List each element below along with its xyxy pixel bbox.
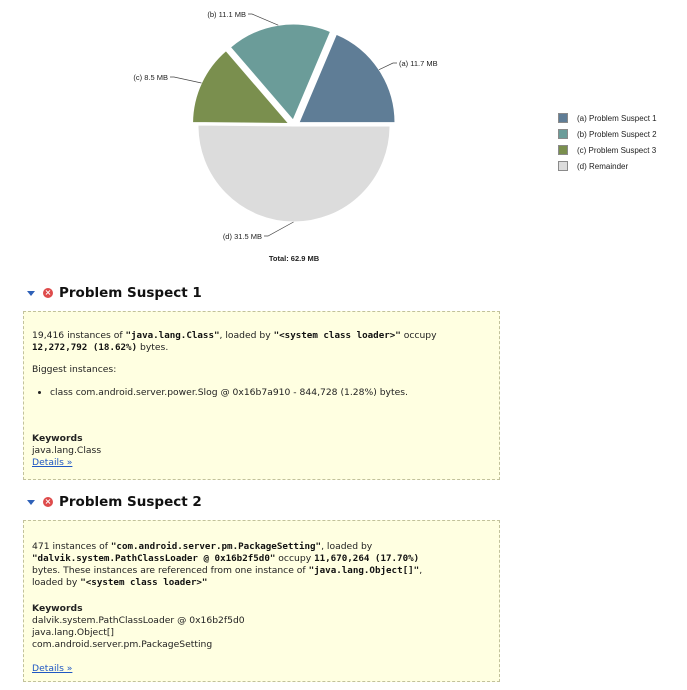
legend-swatch-c — [558, 145, 568, 155]
legend-label-c: (c) Problem Suspect 3 — [577, 145, 657, 155]
suspect2-class-name: "com.android.server.pm.PackageSetting" — [110, 541, 322, 552]
keyword-item: com.android.server.pm.PackageSetting — [32, 639, 213, 650]
suspect1-description: 19,416 instances of "java.lang.Class", l… — [32, 330, 492, 354]
suspect2-referrer-name: "java.lang.Object[]" — [308, 565, 420, 576]
leader-line-a — [378, 62, 397, 70]
keyword-item: java.lang.Object[] — [32, 627, 115, 638]
suspect1-text-g: bytes. — [137, 342, 169, 353]
collapse-triangle-icon[interactable] — [27, 290, 35, 296]
error-icon: × — [43, 497, 53, 507]
legend-label-d: (d) Remainder — [577, 161, 629, 171]
leader-line-c — [170, 76, 202, 84]
keyword-item: dalvik.system.PathClassLoader @ 0x16b2f5… — [32, 615, 245, 626]
pie-slice-d — [197, 124, 391, 223]
slice-label-c: (c) 8.5 MB — [133, 73, 168, 82]
keywords-title: Keywords — [32, 603, 83, 614]
suspect2-text-e: occupy — [275, 553, 315, 564]
biggest-instances-list: class com.android.server.power.Slog @ 0x… — [32, 387, 492, 399]
legend-swatch-d — [558, 161, 568, 171]
suspect2-referrer-loader: "<system class loader>" — [80, 577, 208, 588]
suspect1-header[interactable]: × Problem Suspect 1 — [27, 285, 202, 301]
suspect1-text-c: , loaded by — [219, 330, 274, 341]
suspect2-header[interactable]: × Problem Suspect 2 — [27, 494, 202, 510]
legend-label-b: (b) Problem Suspect 2 — [577, 129, 657, 139]
suspect1-class-name: "java.lang.Class" — [125, 330, 220, 341]
slice-label-b: (b) 11.1 MB — [207, 10, 246, 19]
details-link[interactable]: Details » — [32, 457, 72, 468]
suspect2-text-a: 471 instances of — [32, 541, 111, 552]
suspect2-description: 471 instances of "com.android.server.pm.… — [32, 541, 494, 589]
suspect1-size: 12,272,792 (18.62%) — [32, 342, 138, 353]
legend-item-b: (b) Problem Suspect 2 — [558, 126, 657, 142]
suspect1-box: 19,416 instances of "java.lang.Class", l… — [23, 311, 500, 480]
suspect2-text-g: bytes. These instances are referenced fr… — [32, 565, 309, 576]
suspect1-loader-name: "<system class loader>" — [273, 330, 401, 341]
keyword-item: java.lang.Class — [32, 445, 102, 456]
suspect2-loader-name: "dalvik.system.PathClassLoader @ 0x16b2f… — [32, 553, 276, 564]
details-link[interactable]: Details » — [32, 663, 72, 674]
suspect2-text-j: loaded by — [32, 577, 81, 588]
slice-label-a: (a) 11.7 MB — [399, 59, 438, 68]
chart-legend: (a) Problem Suspect 1 (b) Problem Suspec… — [558, 110, 657, 174]
biggest-instances-label: Biggest instances: — [32, 364, 117, 375]
legend-swatch-a — [558, 113, 568, 123]
suspect2-text-c: , loaded by — [321, 541, 373, 552]
slice-label-d: (d) 31.5 MB — [223, 232, 262, 241]
suspect1-text-a: 19,416 instances of — [32, 330, 126, 341]
suspect1-text-e: occupy — [400, 330, 437, 341]
suspect1-title: Problem Suspect 1 — [59, 285, 202, 301]
list-item: class com.android.server.power.Slog @ 0x… — [50, 387, 492, 399]
legend-item-c: (c) Problem Suspect 3 — [558, 142, 657, 158]
error-icon: × — [43, 288, 53, 298]
suspect2-size: 11,670,264 (17.70%) — [314, 553, 420, 564]
keywords-title: Keywords — [32, 433, 83, 444]
pie-chart-area: (a) 11.7 MB (b) 11.1 MB (c) 8.5 MB (d) 31.5… — [0, 0, 687, 268]
legend-item-d: (d) Remainder — [558, 158, 657, 174]
legend-swatch-b — [558, 129, 568, 139]
legend-item-a: (a) Problem Suspect 1 — [558, 110, 657, 126]
leader-line-b — [248, 13, 279, 26]
legend-label-a: (a) Problem Suspect 1 — [577, 113, 657, 123]
suspect2-text-i: , — [419, 565, 423, 576]
suspect2-box: 471 instances of "com.android.server.pm.… — [23, 520, 500, 682]
total-label: Total: 62.9 MB — [269, 254, 320, 263]
leader-line-d — [264, 221, 294, 237]
collapse-triangle-icon[interactable] — [27, 499, 35, 505]
suspect2-title: Problem Suspect 2 — [59, 494, 202, 510]
